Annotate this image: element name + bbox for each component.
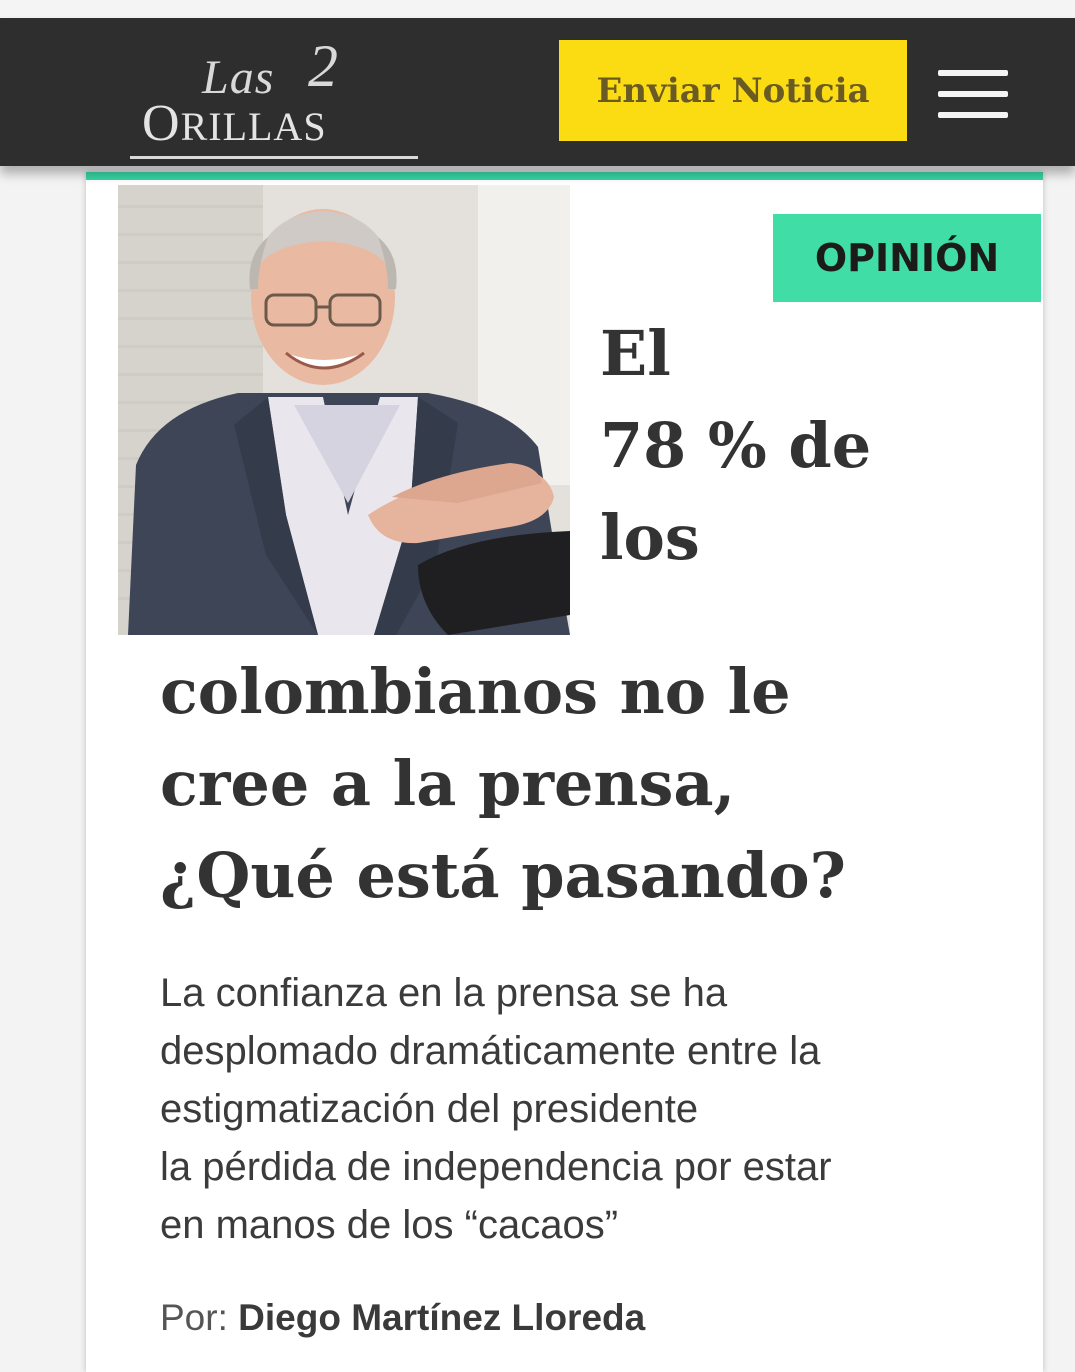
title-line: los (600, 501, 700, 574)
summary-line: desplomado dramáticamente entre la (160, 1029, 821, 1073)
article-byline: Por: Diego Martínez Lloreda (160, 1297, 645, 1339)
title-line: colombianos no le (160, 655, 791, 728)
site-header: Las 2 ORILLAS Enviar Noticia (0, 18, 1075, 166)
author-photo (118, 185, 570, 635)
top-strip (0, 0, 1075, 18)
summary-line: la pérdida de independencia por estar (160, 1145, 832, 1189)
author-link[interactable]: Diego Martínez Lloreda (238, 1297, 645, 1338)
title-line: 78 % de (600, 409, 872, 482)
hamburger-menu-icon[interactable] (938, 70, 1008, 120)
title-line: ¿Qué está pasando? (160, 839, 846, 912)
byline-prefix: Por: (160, 1297, 228, 1338)
logo-underline (130, 156, 418, 159)
menu-bar (938, 70, 1008, 76)
logo-orillas-initial: O (142, 95, 181, 152)
logo-two-text: 2 (308, 33, 338, 99)
article-title-top: El 78 % de los (600, 308, 1020, 584)
title-line: cree a la prensa, (160, 747, 736, 820)
logo-orillas-text: ORILLAS (142, 94, 327, 153)
logo-orillas-rest: RILLAS (180, 104, 327, 149)
author-portrait-image (118, 185, 570, 635)
article-summary: La confianza en la prensa se ha desploma… (160, 964, 1020, 1254)
summary-line: estigmatización del presidente (160, 1087, 699, 1131)
send-news-button[interactable]: Enviar Noticia (559, 40, 907, 141)
menu-bar (938, 91, 1008, 97)
las2orillas-logo[interactable]: Las 2 ORILLAS (130, 28, 420, 160)
category-badge[interactable]: OPINIÓN (773, 214, 1041, 302)
summary-line: La confianza en la prensa se ha (160, 971, 728, 1015)
summary-line: en manos de los “cacaos” (160, 1203, 619, 1247)
card-accent-rule (86, 172, 1043, 180)
title-line: El (600, 317, 671, 390)
menu-bar (938, 112, 1008, 118)
article-title-bottom: colombianos no le cree a la prensa, ¿Qué… (160, 646, 1020, 922)
